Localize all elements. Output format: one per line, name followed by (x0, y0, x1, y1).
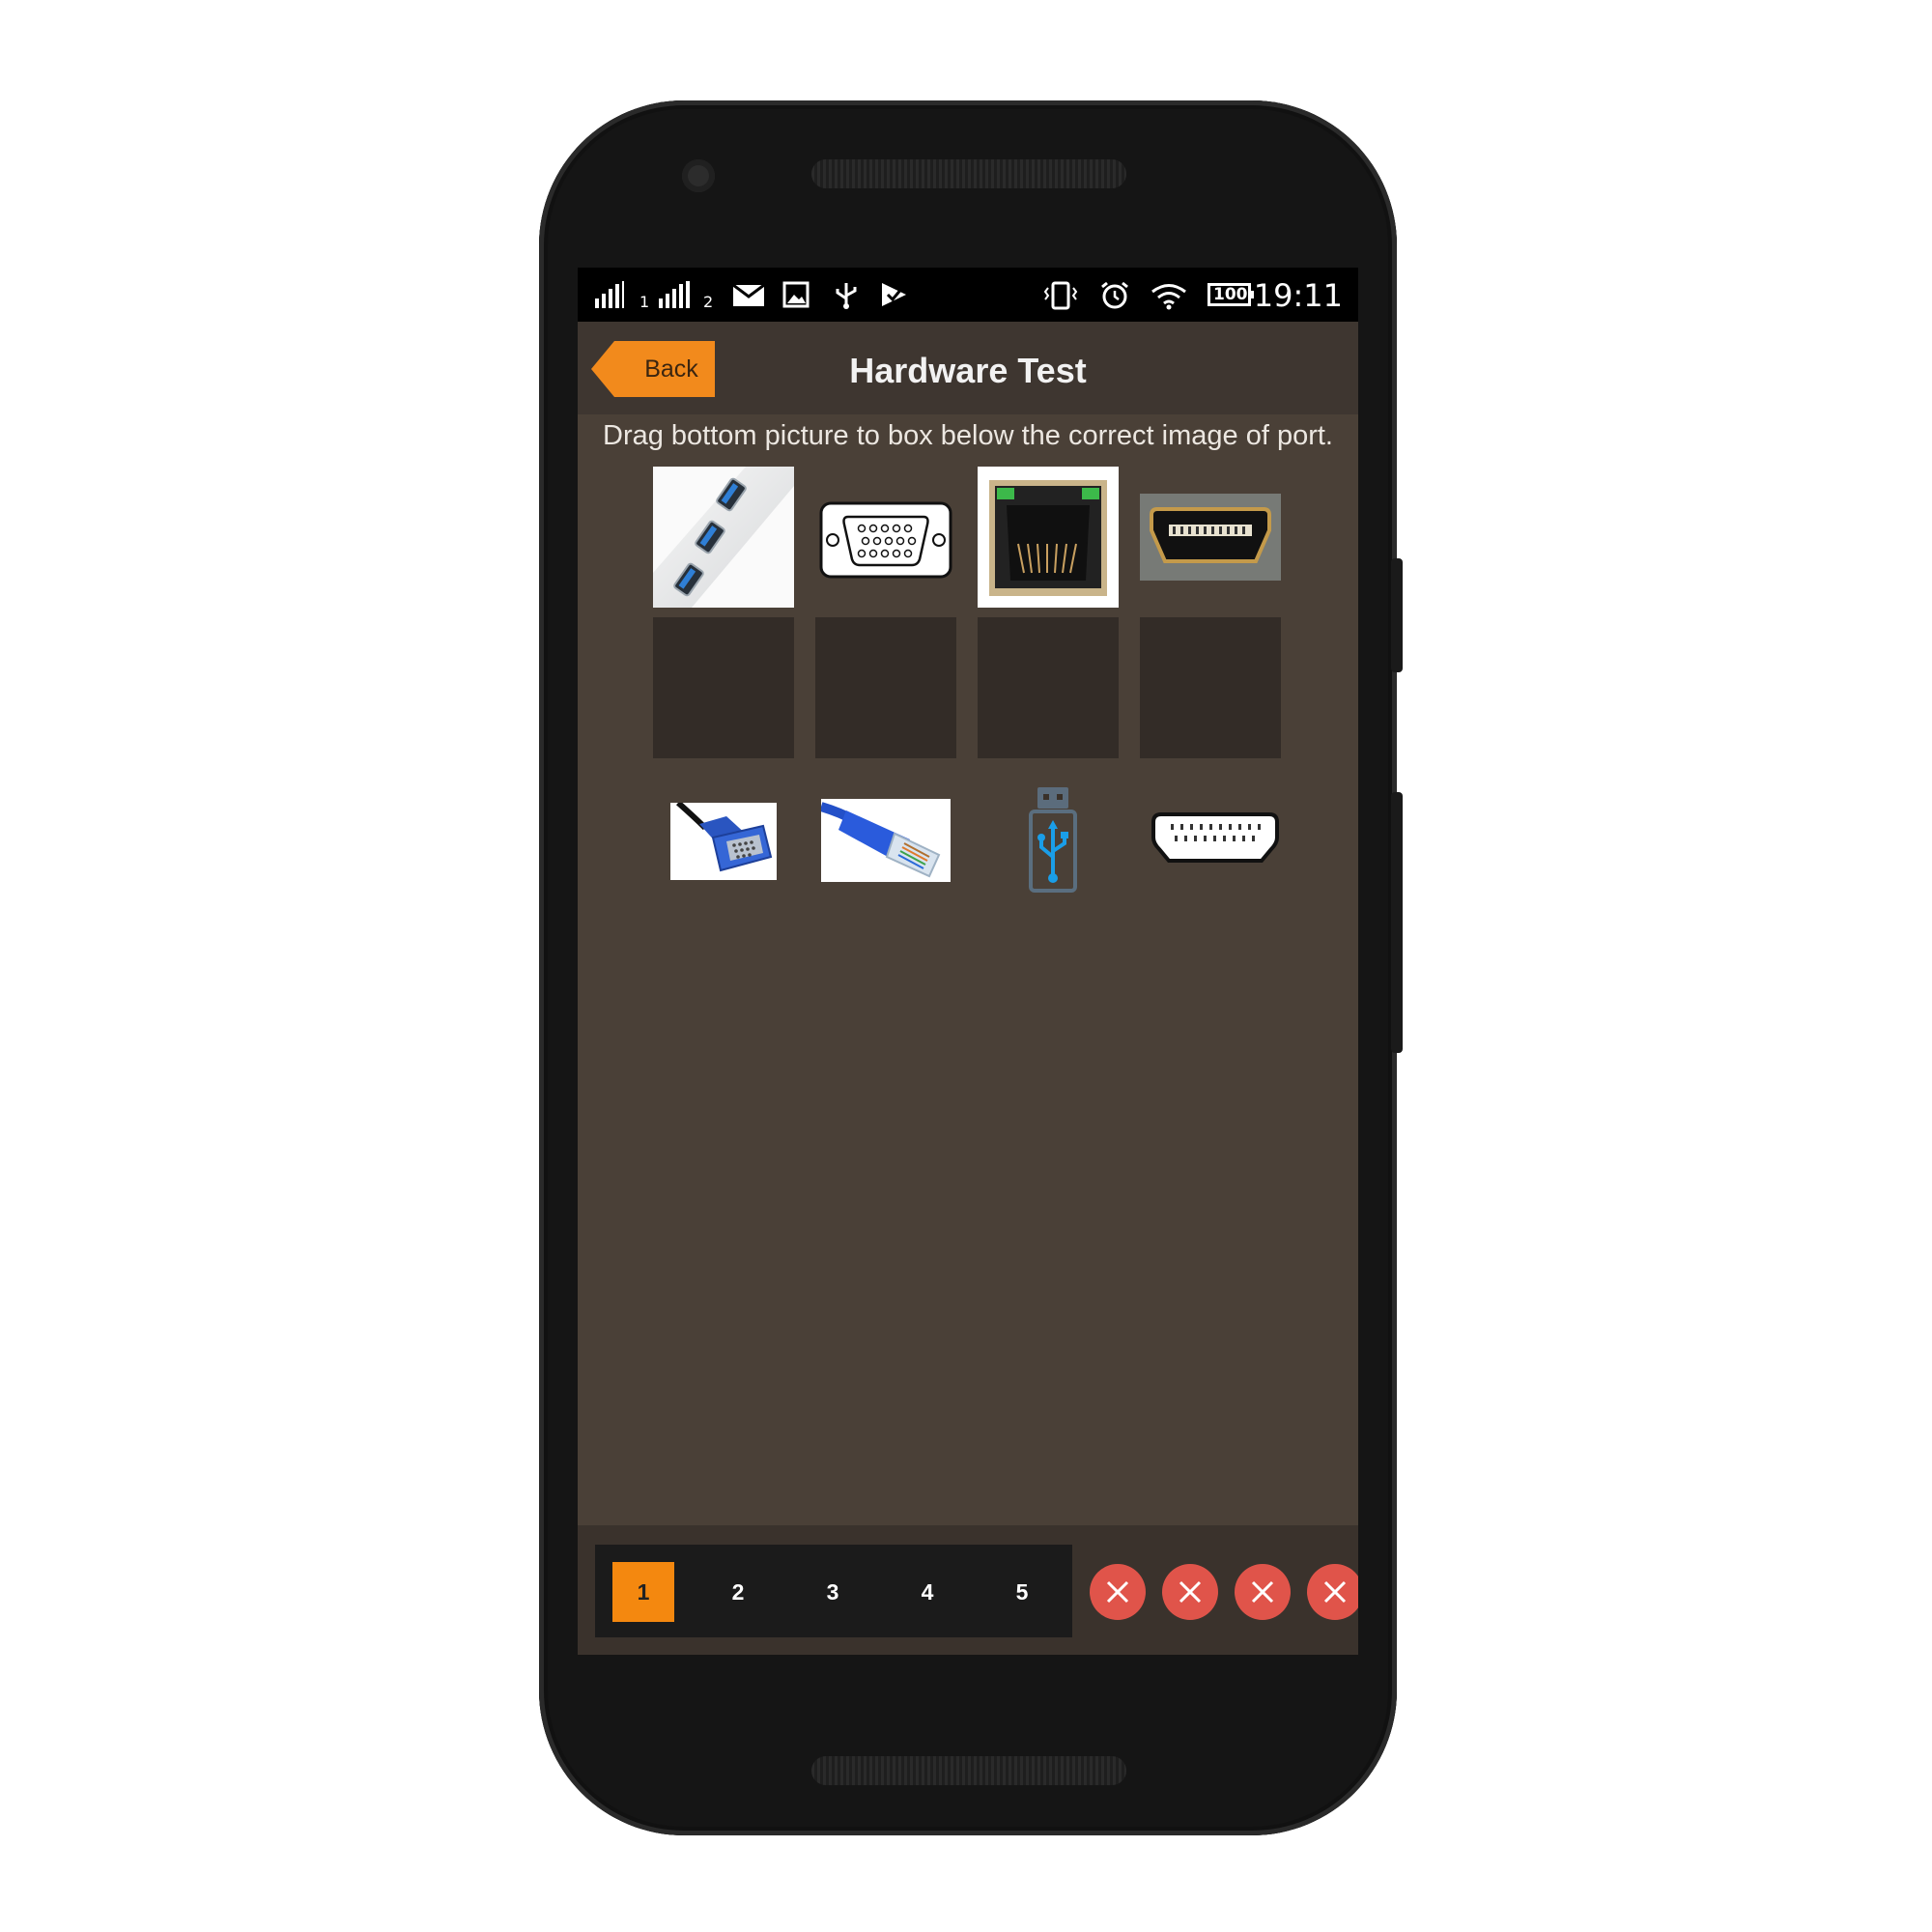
bottom-bar: 1 2 3 4 5 (578, 1525, 1358, 1655)
clock: 19:11 (1253, 277, 1343, 314)
sim2-label: 2 (703, 293, 714, 311)
page-2-button[interactable]: 2 (707, 1562, 769, 1622)
power-button (1391, 558, 1403, 672)
hdmi-port-image (1140, 467, 1281, 608)
drop-slot-4[interactable] (1140, 617, 1281, 758)
question-pager: 1 2 3 4 5 (595, 1545, 1072, 1637)
wrong-mark-icon (1090, 1564, 1146, 1620)
usb-icon (833, 281, 860, 309)
battery-level: 100 (1213, 285, 1248, 304)
image-icon (782, 281, 810, 308)
usb-port-image (653, 467, 794, 608)
ethernet-port-image (978, 467, 1119, 608)
play-store-icon (879, 281, 910, 308)
drop-slot-2[interactable] (815, 617, 956, 758)
signal-icon (659, 281, 694, 308)
sim1-label: 1 (639, 293, 650, 311)
signal-icon (595, 281, 624, 308)
hdmi-connector-image[interactable] (1150, 809, 1281, 867)
page-1-button[interactable]: 1 (612, 1562, 674, 1622)
top-speaker (811, 159, 1126, 188)
drop-slot-1[interactable] (653, 617, 794, 758)
page-5-button[interactable]: 5 (991, 1562, 1053, 1622)
page-3-button[interactable]: 3 (802, 1562, 864, 1622)
wrong-mark-icon (1307, 1564, 1358, 1620)
drop-slot-3[interactable] (978, 617, 1119, 758)
wrong-mark-icon (1162, 1564, 1218, 1620)
vga-cable-image[interactable] (670, 800, 777, 880)
screen: 1 2 100 19:11 Back Hardware Test Drag bo… (578, 268, 1358, 1655)
bottom-speaker (811, 1756, 1126, 1785)
alarm-icon (1099, 281, 1130, 309)
page-title: Hardware Test (849, 351, 1087, 390)
vga-port-image (815, 467, 956, 608)
ethernet-cable-image[interactable] (819, 799, 951, 882)
wrong-mark-icon (1235, 1564, 1291, 1620)
status-bar: 1 2 100 19:11 (578, 268, 1358, 322)
front-camera (682, 159, 715, 192)
usb-drive-image[interactable] (1028, 785, 1078, 894)
mail-icon (732, 281, 765, 308)
vibrate-icon (1043, 281, 1078, 310)
wifi-icon (1150, 281, 1188, 310)
volume-button (1391, 792, 1403, 1053)
instruction-text: Drag bottom picture to box below the cor… (603, 420, 1333, 451)
page-4-button[interactable]: 4 (896, 1562, 958, 1622)
app-bar: Back Hardware Test (578, 322, 1358, 414)
